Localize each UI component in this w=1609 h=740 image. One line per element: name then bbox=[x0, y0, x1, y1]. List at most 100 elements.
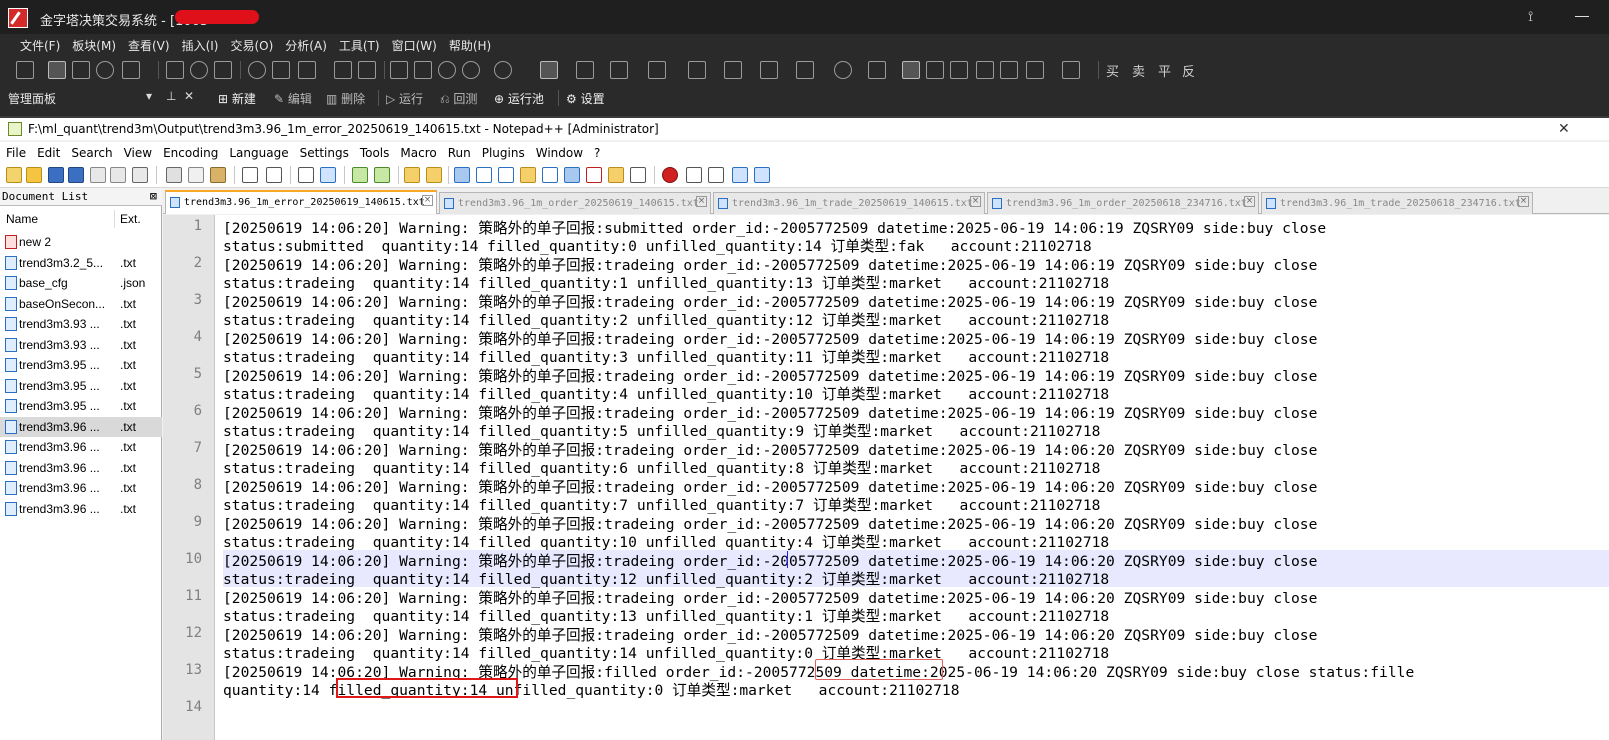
zoom-in-icon[interactable] bbox=[438, 61, 456, 79]
document-list-item[interactable]: trend3m3.93 ... .txt bbox=[0, 335, 162, 355]
app-menu-file[interactable]: 文件(F) bbox=[14, 34, 66, 54]
close-panel-icon[interactable]: ⊠ bbox=[150, 189, 157, 203]
bell-icon[interactable] bbox=[190, 61, 208, 79]
menu-run[interactable]: Run bbox=[442, 142, 476, 160]
document-icon[interactable] bbox=[272, 61, 290, 79]
pin-icon[interactable]: ⊥ bbox=[166, 89, 176, 103]
line-draw-icon[interactable] bbox=[576, 61, 594, 79]
run-pool-button[interactable]: ⊕ 运行池 bbox=[494, 90, 544, 107]
record-macro-icon[interactable] bbox=[662, 167, 678, 183]
menu-file[interactable]: File bbox=[0, 142, 31, 160]
settings-button[interactable]: ⚙ 设置 bbox=[566, 90, 605, 107]
close-all-icon[interactable] bbox=[110, 167, 126, 183]
find-icon[interactable] bbox=[298, 167, 314, 183]
replace-icon[interactable] bbox=[320, 167, 336, 183]
zoom-in-icon[interactable] bbox=[352, 167, 368, 183]
circle-icon[interactable] bbox=[834, 61, 852, 79]
document-list-item[interactable]: trend3m3.95 ... .txt bbox=[0, 355, 162, 375]
menu-help[interactable]: ? bbox=[588, 142, 605, 160]
tab-close-icon[interactable]: × bbox=[970, 196, 981, 207]
lock-icon[interactable] bbox=[1000, 61, 1018, 79]
file-tab[interactable]: trend3m3.96_1m_error_20250619_140615.txt… bbox=[165, 190, 437, 214]
window-close-icon[interactable]: ✕ bbox=[1558, 120, 1570, 137]
app-menu-help[interactable]: 帮助(H) bbox=[443, 34, 497, 54]
filter-icon[interactable] bbox=[334, 61, 352, 79]
language-icon[interactable] bbox=[520, 167, 536, 183]
gear-icon[interactable] bbox=[494, 61, 512, 79]
new-strategy-button[interactable]: ⊞ 新建 bbox=[218, 90, 256, 107]
document-list-item[interactable]: trend3m3.93 ... .txt bbox=[0, 314, 162, 334]
menu-view[interactable]: View bbox=[118, 142, 157, 160]
code-line[interactable]: [20250619 14:06:20] Warning: 策略外的单子回报:tr… bbox=[223, 476, 1609, 514]
doc-list-icon[interactable] bbox=[564, 167, 580, 183]
menu-settings[interactable]: Settings bbox=[294, 142, 354, 160]
app-menu-trade[interactable]: 交易(O) bbox=[224, 34, 279, 54]
link-icon[interactable] bbox=[48, 61, 66, 79]
buy-button[interactable]: 买 bbox=[1106, 61, 1119, 80]
grid-icon[interactable] bbox=[122, 61, 140, 79]
save-macro-icon[interactable] bbox=[754, 167, 770, 183]
crop-icon[interactable] bbox=[796, 61, 814, 79]
refresh-icon[interactable] bbox=[96, 61, 114, 79]
document-list-item[interactable]: trend3m3.96 ... .txt bbox=[0, 458, 162, 478]
tab-close-icon[interactable]: × bbox=[1244, 196, 1255, 207]
indent-guide-icon[interactable] bbox=[498, 167, 514, 183]
play-icon[interactable] bbox=[248, 61, 266, 79]
document-list-item[interactable]: trend3m3.96 ... .txt bbox=[0, 416, 162, 437]
app-menu-view[interactable]: 查看(V) bbox=[122, 34, 176, 54]
sell-button[interactable]: 卖 bbox=[1132, 61, 1145, 80]
document-list-item[interactable]: trend3m3.95 ... .txt bbox=[0, 396, 162, 416]
rss-icon[interactable]: ⟟ bbox=[1528, 8, 1533, 25]
new-file-icon[interactable] bbox=[6, 167, 22, 183]
file-tab[interactable]: trend3m3.96_1m_trade_20250618_234716.txt… bbox=[1261, 192, 1533, 214]
close-position-button[interactable]: 平 bbox=[1158, 61, 1171, 80]
menu-language[interactable]: Language bbox=[223, 142, 293, 160]
app-menu-insert[interactable]: 插入(I) bbox=[176, 34, 225, 54]
document-list-item[interactable]: trend3m3.96 ... .txt bbox=[0, 499, 162, 519]
stop-macro-icon[interactable] bbox=[686, 167, 702, 183]
menu-search[interactable]: Search bbox=[65, 142, 117, 160]
code-line[interactable]: [20250619 14:06:20] Warning: 策略外的单子回报:tr… bbox=[223, 291, 1609, 329]
code-line[interactable]: [20250619 14:06:20] Warning: 策略外的单子回报:tr… bbox=[223, 254, 1609, 292]
code-line[interactable] bbox=[223, 698, 1609, 735]
word-wrap-icon[interactable] bbox=[454, 167, 470, 183]
minimize-icon[interactable] bbox=[1575, 16, 1589, 17]
function-list-icon[interactable] bbox=[586, 167, 602, 183]
run-macro-multiple-icon[interactable] bbox=[732, 167, 748, 183]
file-tab[interactable]: trend3m3.96_1m_order_20250618_234716.txt… bbox=[987, 192, 1259, 214]
code-line[interactable]: [20250619 14:06:20] Warning: 策略外的单子回报:su… bbox=[223, 217, 1609, 255]
redo-icon[interactable] bbox=[266, 167, 282, 183]
tab-close-icon[interactable]: × bbox=[422, 195, 433, 206]
folder-workspace-icon[interactable] bbox=[608, 167, 624, 183]
undo-icon[interactable] bbox=[242, 167, 258, 183]
menu-encoding[interactable]: Encoding bbox=[157, 142, 223, 160]
app-menu-analysis[interactable]: 分析(A) bbox=[279, 34, 333, 54]
menu-window[interactable]: Window bbox=[530, 142, 588, 160]
document-list-item[interactable]: base_cfg .json bbox=[0, 273, 162, 293]
sync-vertical-icon[interactable] bbox=[404, 167, 420, 183]
doc-map-icon[interactable] bbox=[542, 167, 558, 183]
code-line[interactable]: [20250619 14:06:20] Warning: 策略外的单子回报:tr… bbox=[223, 624, 1609, 662]
column-ext[interactable]: Ext. bbox=[120, 212, 141, 226]
app-menu-tools[interactable]: 工具(T) bbox=[333, 34, 386, 54]
triangle-icon[interactable] bbox=[868, 61, 886, 79]
save-layout-icon[interactable] bbox=[1062, 61, 1080, 79]
fan-icon[interactable] bbox=[688, 61, 706, 79]
chart-icon[interactable] bbox=[166, 61, 184, 79]
hand-icon[interactable] bbox=[540, 61, 558, 79]
tab-close-icon[interactable]: × bbox=[1518, 196, 1529, 207]
delete-strategy-button[interactable]: ▥ 删除 bbox=[326, 90, 365, 107]
code-line[interactable]: [20250619 14:06:20] Warning: 策略外的单子回报:tr… bbox=[223, 365, 1609, 403]
document-list-item[interactable]: trend3m3.2_5... .txt bbox=[0, 253, 162, 273]
dropdown-icon[interactable]: ▾ bbox=[146, 89, 152, 103]
save-all-icon[interactable] bbox=[68, 167, 84, 183]
show-all-chars-icon[interactable] bbox=[476, 167, 492, 183]
zoom-out-icon[interactable] bbox=[462, 61, 480, 79]
trash-icon[interactable] bbox=[976, 61, 994, 79]
monitor-icon[interactable] bbox=[630, 167, 646, 183]
crossline-icon[interactable] bbox=[760, 61, 778, 79]
app-menu-sector[interactable]: 板块(M) bbox=[66, 34, 122, 54]
menu-macro[interactable]: Macro bbox=[394, 142, 441, 160]
cut-icon[interactable] bbox=[166, 167, 182, 183]
dollar-icon[interactable] bbox=[298, 61, 316, 79]
